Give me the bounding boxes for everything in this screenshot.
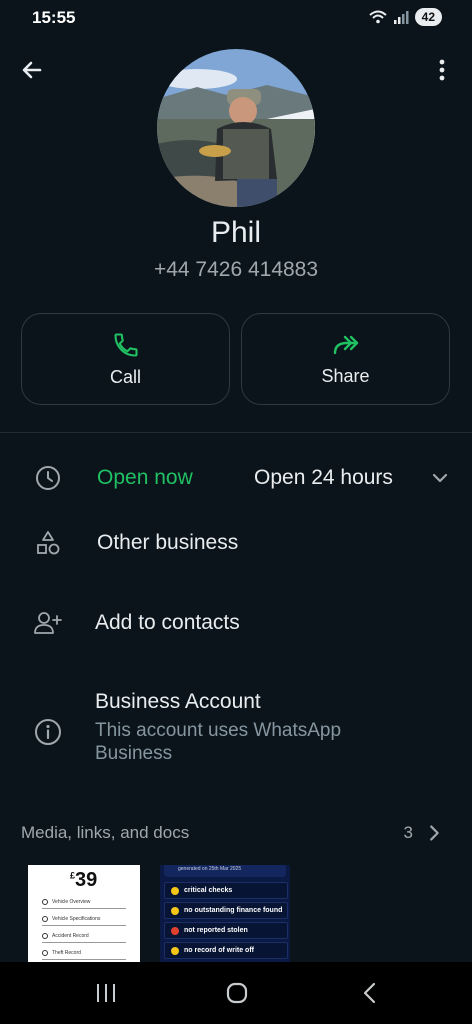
clock-icon <box>33 463 63 493</box>
status-icons: 42 <box>368 8 442 26</box>
more-options-button[interactable] <box>424 52 460 88</box>
arrow-left-icon <box>22 61 42 79</box>
call-label: Call <box>109 366 141 387</box>
thumbnail-header: generated on 25th Mar 2025 <box>164 865 286 877</box>
business-account-row[interactable]: Business Account This account uses Whats… <box>0 690 472 774</box>
media-label: Media, links, and docs <box>21 823 190 842</box>
chevron-left-icon <box>363 982 376 1004</box>
phone-icon <box>113 332 138 357</box>
signal-icon <box>393 11 409 24</box>
add-to-contacts-label: Add to contacts <box>95 611 240 634</box>
thumbnail-item: Accident Record <box>42 933 126 943</box>
recent-apps-button[interactable] <box>86 976 126 1010</box>
thumbnail-item: Theft Record <box>42 950 126 960</box>
media-count: 3 <box>403 823 413 842</box>
back-nav-button[interactable] <box>350 976 390 1010</box>
contact-phone: +44 7426 414883 <box>153 258 319 281</box>
share-button[interactable]: Share <box>241 313 450 405</box>
media-links-docs-header[interactable]: Media, links, and docs 3 <box>21 823 451 847</box>
home-icon <box>226 982 248 1004</box>
open-now-status: Open now <box>97 466 193 489</box>
thumbnail-price: £39 <box>70 869 98 891</box>
info-icon <box>33 717 63 747</box>
contact-name: Phil <box>210 216 262 249</box>
wifi-icon <box>368 10 387 24</box>
more-vertical-icon <box>439 59 445 81</box>
business-category: Other business <box>97 531 239 554</box>
back-button[interactable] <box>14 52 50 88</box>
avatar-photo <box>157 49 315 207</box>
business-account-title: Business Account <box>95 690 261 713</box>
media-thumbnail-1[interactable]: £39 Vehicle Overview Vehicle Specificati… <box>28 865 140 965</box>
home-button[interactable] <box>217 976 257 1010</box>
thumbnail-check-row: no record of write off <box>164 942 288 959</box>
add-to-contacts-row[interactable]: Add to contacts <box>0 602 472 644</box>
system-navigation-bar <box>0 962 472 1024</box>
contact-avatar[interactable] <box>157 49 315 207</box>
business-hours-row[interactable]: Open now Open 24 hours <box>0 455 472 501</box>
chevron-right-icon <box>430 825 439 841</box>
thumbnail-check-row: not reported stolen <box>164 922 288 939</box>
business-account-subtitle: This account uses WhatsApp Business <box>95 720 342 764</box>
business-account-text: Business Account This account uses Whats… <box>95 690 385 765</box>
business-category-row: Other business <box>0 522 472 564</box>
opening-hours: Open 24 hours <box>254 466 393 489</box>
recent-apps-icon <box>97 984 115 1002</box>
status-bar: 15:55 42 <box>0 0 472 36</box>
thumbnail-check-row: no outstanding finance found <box>164 902 288 919</box>
chevron-down-icon[interactable] <box>428 466 452 490</box>
media-thumbnail-2[interactable]: generated on 25th Mar 2025 critical chec… <box>160 865 290 965</box>
status-time: 15:55 <box>32 8 76 27</box>
battery-indicator: 42 <box>414 8 442 26</box>
thumbnail-item: Vehicle Overview <box>42 899 126 909</box>
section-divider <box>0 432 472 433</box>
add-person-icon <box>33 608 63 638</box>
share-forward-icon <box>333 335 358 354</box>
category-shapes-icon <box>33 528 63 558</box>
thumbnail-check-row: critical checks <box>164 882 288 899</box>
share-label: Share <box>321 365 370 386</box>
thumbnail-item: Vehicle Specifications <box>42 916 126 926</box>
call-button[interactable]: Call <box>21 313 230 405</box>
